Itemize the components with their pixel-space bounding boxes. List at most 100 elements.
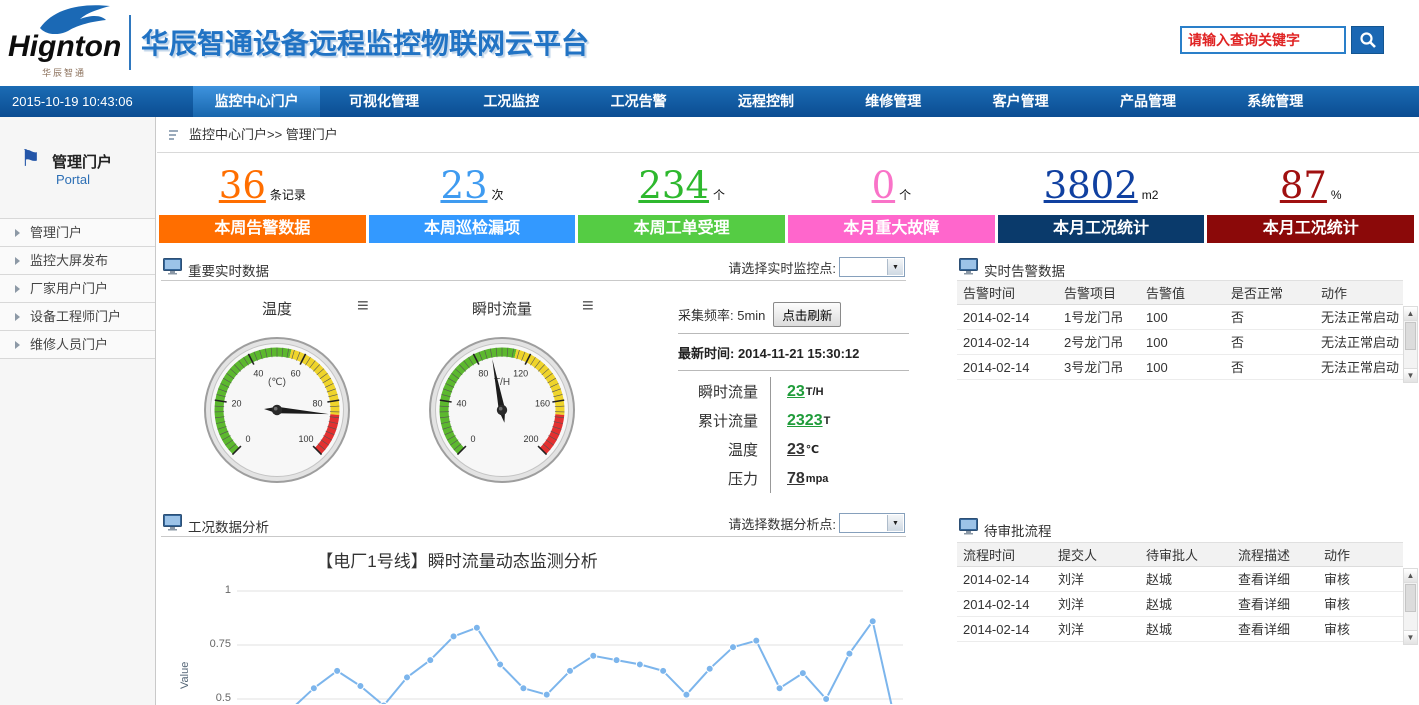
sidebar-item-repair-portal[interactable]: 维修人员门户	[0, 331, 155, 359]
scroll-up-icon[interactable]: ▲	[1404, 307, 1417, 321]
sidebar-item-admin-portal[interactable]: 管理门户	[0, 219, 155, 247]
stat-label-bar[interactable]: 本周巡检漏项	[369, 215, 576, 243]
search-input[interactable]	[1180, 26, 1346, 54]
monitor-point-select[interactable]: ▼	[839, 257, 905, 277]
stat-label-bar[interactable]: 本周工单受理	[578, 215, 785, 243]
alarm-action[interactable]: 无法正常启动	[1315, 355, 1403, 379]
nav-item-remote-control[interactable]: 远程控制	[702, 86, 829, 117]
analysis-point-select[interactable]: ▼	[839, 513, 905, 533]
stat-value-link[interactable]: 23	[440, 167, 487, 204]
stat-label-bar[interactable]: 本月重大故障	[788, 215, 995, 243]
approval-table-scrollbar[interactable]: ▲ ▼	[1403, 568, 1418, 645]
stat-label-bar[interactable]: 本月工况统计	[1207, 215, 1414, 243]
reading-value[interactable]: 23	[787, 383, 805, 401]
nav-item-visualization[interactable]: 可视化管理	[320, 86, 447, 117]
section-title: 实时告警数据	[984, 260, 1065, 280]
svg-text:20: 20	[231, 399, 241, 409]
reading-value-cell: 78 mpa	[770, 464, 828, 493]
flow-detail-link[interactable]: 查看详细	[1232, 592, 1318, 616]
stat-unit: 个	[713, 186, 725, 203]
nav-item-maintenance[interactable]: 维修管理	[830, 86, 957, 117]
sidebar-item-engineer-portal[interactable]: 设备工程师门户	[0, 303, 155, 331]
temperature-gauge-title: 温度	[207, 298, 347, 319]
approver: 赵城	[1140, 617, 1232, 641]
nav-item-monitor-center[interactable]: 监控中心门户	[193, 86, 320, 117]
section-title: 待审批流程	[984, 520, 1052, 540]
scroll-up-icon[interactable]: ▲	[1404, 569, 1417, 583]
stat-unit: m2	[1142, 188, 1159, 202]
approve-action[interactable]: 审核	[1318, 592, 1403, 616]
table-row: 2014-02-14 1号龙门吊 100 否 无法正常启动	[957, 305, 1403, 330]
flow-detail-link[interactable]: 查看详细	[1232, 567, 1318, 591]
alarm-action[interactable]: 无法正常启动	[1315, 330, 1403, 354]
column-header: 告警项目	[1058, 281, 1140, 304]
alarm-table-scrollbar[interactable]: ▲ ▼	[1403, 306, 1418, 383]
stat-value-link[interactable]: 3802	[1044, 167, 1138, 204]
alarm-time: 2014-02-14	[957, 330, 1058, 354]
approve-action[interactable]: 审核	[1318, 617, 1403, 641]
collect-frequency-row: 采集频率: 5min 点击刷新	[678, 303, 909, 325]
arrow-right-icon	[15, 229, 20, 237]
reading-value[interactable]: 78	[787, 470, 805, 488]
table-row: 2014-02-14 刘洋 赵城 查看详细 审核	[957, 567, 1403, 592]
page-title: 华辰智通设备远程监控物联网云平台	[141, 22, 589, 62]
logo-subtext: 华辰智通	[42, 66, 86, 79]
line-chart-title: 【电厂1号线】瞬时流量动态监测分析	[157, 547, 757, 572]
search-button[interactable]	[1351, 26, 1384, 54]
chevron-down-icon[interactable]: ▼	[887, 515, 903, 531]
stat-value-link[interactable]: 36	[219, 167, 266, 204]
stat-unit: 次	[492, 186, 504, 203]
scrollbar-thumb[interactable]	[1405, 322, 1416, 350]
svg-text:0: 0	[246, 434, 251, 444]
stat-value-link[interactable]: 234	[638, 167, 709, 204]
stat-card-monthly-condition-pct: 87 % 本月工况统计	[1207, 156, 1414, 246]
flow-gauge-title: 瞬时流量	[432, 298, 572, 319]
portal-subtitle: Portal	[56, 172, 90, 187]
nav-items: 监控中心门户 可视化管理 工况监控 工况告警 远程控制 维修管理 客户管理 产品…	[193, 86, 1339, 117]
nav-item-condition-alarm[interactable]: 工况告警	[575, 86, 702, 117]
column-header: 告警时间	[957, 281, 1058, 304]
scrollbar-thumb[interactable]	[1405, 584, 1416, 612]
chevron-down-icon[interactable]: ▼	[887, 259, 903, 275]
logo[interactable]: Hignton 华辰智通	[8, 4, 126, 82]
analysis-point-label: 请选择数据分析点:	[728, 514, 836, 533]
flow-detail-link[interactable]: 查看详细	[1232, 617, 1318, 641]
alarm-value: 100	[1140, 355, 1225, 379]
stat-label-bar[interactable]: 本月工况统计	[998, 215, 1205, 243]
sidebar-item-factory-portal[interactable]: 厂家用户门户	[0, 275, 155, 303]
section-pending-approvals: 待审批流程	[957, 515, 1403, 541]
nav-item-condition-monitor[interactable]: 工况监控	[448, 86, 575, 117]
svg-text:(℃): (℃)	[268, 377, 286, 388]
approve-action[interactable]: 审核	[1318, 567, 1403, 591]
nav-item-customer[interactable]: 客户管理	[957, 86, 1084, 117]
scroll-down-icon[interactable]: ▼	[1404, 368, 1417, 382]
refresh-button[interactable]: 点击刷新	[773, 302, 841, 327]
reading-value[interactable]: 23	[787, 441, 805, 459]
stat-label-bar[interactable]: 本周告警数据	[159, 215, 366, 243]
breadcrumb: 监控中心门户>> 管理门户	[157, 117, 1419, 153]
top-header: Hignton 华辰智通 华辰智通设备远程监控物联网云平台	[0, 0, 1419, 86]
scroll-down-icon[interactable]: ▼	[1404, 630, 1417, 644]
monitor-icon	[959, 258, 978, 275]
sidebar-item-screen-publish[interactable]: 监控大屏发布	[0, 247, 155, 275]
approver: 赵城	[1140, 567, 1232, 591]
y-tick-label: 0.5	[183, 692, 231, 704]
reading-label: 温度	[678, 439, 770, 460]
stat-unit: 条记录	[270, 186, 306, 203]
table-row: 2014-02-14 刘洋 赵城 查看详细 审核	[957, 617, 1403, 642]
nav-item-product[interactable]: 产品管理	[1084, 86, 1211, 117]
chart-menu-icon[interactable]: ≡	[582, 296, 594, 316]
nav-timestamp: 2015-10-19 10:43:06	[12, 86, 133, 117]
sidebar-item-label: 设备工程师门户	[30, 309, 121, 324]
table-header-row: 告警时间 告警项目 告警值 是否正常 动作	[957, 280, 1403, 305]
section-title: 工况数据分析	[188, 516, 269, 536]
alarm-action[interactable]: 无法正常启动	[1315, 305, 1403, 329]
stat-value-link[interactable]: 0	[872, 167, 896, 204]
column-header: 流程描述	[1232, 543, 1318, 566]
reading-value[interactable]: 2323	[787, 412, 823, 430]
reading-label: 压力	[678, 468, 770, 489]
stats-row: 36 条记录 本周告警数据 23 次 本周巡检漏项 234 个 本周工单受理 0…	[159, 156, 1414, 246]
stat-value-link[interactable]: 87	[1280, 167, 1327, 204]
nav-item-system[interactable]: 系统管理	[1212, 86, 1339, 117]
chart-menu-icon[interactable]: ≡	[357, 296, 369, 316]
